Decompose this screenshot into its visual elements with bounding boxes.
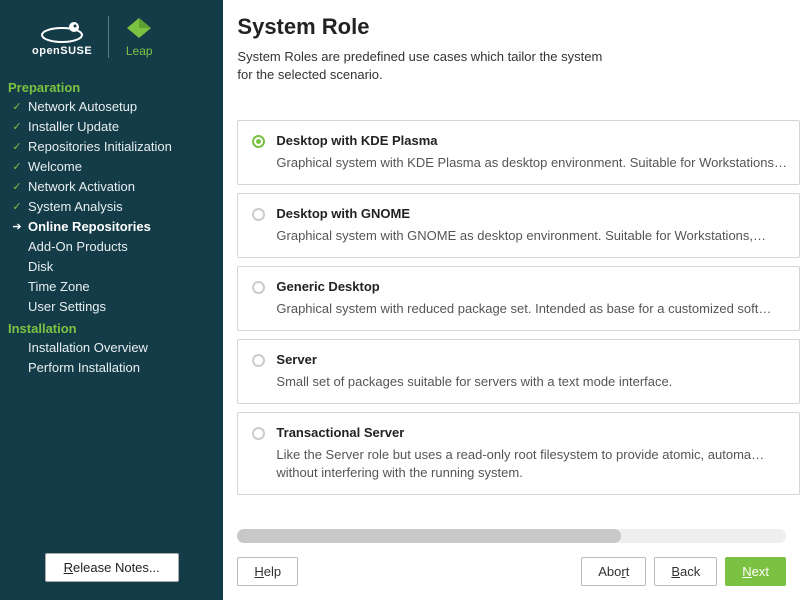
check-icon: ✓ <box>10 138 24 156</box>
role-desc: Small set of packages suitable for serve… <box>276 373 787 391</box>
nav-item-perform-installation[interactable]: •Perform Installation <box>8 358 215 378</box>
arrow-right-icon: ➔ <box>10 218 24 236</box>
check-icon: ✓ <box>10 158 24 176</box>
intro-text: System Roles are predefined use cases wh… <box>237 48 786 84</box>
nav-section-preparation: Preparation <box>8 80 215 95</box>
role-desc: Graphical system with reduced package se… <box>276 300 787 318</box>
horizontal-scrollbar[interactable] <box>237 529 786 543</box>
radio-icon[interactable] <box>252 208 265 221</box>
role-title: Server <box>276 352 787 367</box>
main-content: System Role System Roles are predefined … <box>223 0 800 600</box>
nav-item-system-analysis[interactable]: ✓System Analysis <box>8 197 215 217</box>
role-title: Desktop with KDE Plasma <box>276 133 787 148</box>
page-title: System Role <box>237 14 786 40</box>
role-title: Generic Desktop <box>276 279 787 294</box>
role-kde-plasma[interactable]: Desktop with KDE Plasma Graphical system… <box>237 120 800 185</box>
radio-icon[interactable] <box>252 354 265 367</box>
nav-section-installation: Installation <box>8 321 215 336</box>
role-transactional-server[interactable]: Transactional Server Like the Server rol… <box>237 412 800 495</box>
help-button[interactable]: Help <box>237 557 298 586</box>
nav-item-welcome[interactable]: ✓Welcome <box>8 157 215 177</box>
abort-button[interactable]: Abort <box>581 557 646 586</box>
role-desc: Like the Server role but uses a read-onl… <box>276 446 787 482</box>
logo-area: openSUSE Leap <box>8 12 215 76</box>
release-notes-button[interactable]: Release Notes... <box>45 553 179 582</box>
role-gnome[interactable]: Desktop with GNOME Graphical system with… <box>237 193 800 258</box>
gecko-icon <box>34 17 90 45</box>
nav-item-add-on-products[interactable]: •Add-On Products <box>8 237 215 257</box>
opensuse-text: openSUSE <box>32 45 92 57</box>
role-title: Transactional Server <box>276 425 787 440</box>
opensuse-logo: openSUSE <box>32 17 92 57</box>
role-desc: Graphical system with GNOME as desktop e… <box>276 227 787 245</box>
back-button[interactable]: Back <box>654 557 717 586</box>
nav-item-network-autosetup[interactable]: ✓Network Autosetup <box>8 97 215 117</box>
nav-item-repositories-initialization[interactable]: ✓Repositories Initialization <box>8 137 215 157</box>
leap-logo: Leap <box>125 16 153 58</box>
sidebar: openSUSE Leap Preparation ✓Network Autos… <box>0 0 223 600</box>
logo-divider <box>108 16 109 58</box>
nav-item-installer-update[interactable]: ✓Installer Update <box>8 117 215 137</box>
nav-item-time-zone[interactable]: •Time Zone <box>8 277 215 297</box>
radio-icon[interactable] <box>252 135 265 148</box>
role-title: Desktop with GNOME <box>276 206 787 221</box>
check-icon: ✓ <box>10 98 24 116</box>
main-header: System Role System Roles are predefined … <box>223 0 800 92</box>
role-generic-desktop[interactable]: Generic Desktop Graphical system with re… <box>237 266 800 331</box>
nav-item-disk[interactable]: •Disk <box>8 257 215 277</box>
role-server[interactable]: Server Small set of packages suitable fo… <box>237 339 800 404</box>
check-icon: ✓ <box>10 118 24 136</box>
scrollbar-thumb[interactable] <box>237 529 621 543</box>
check-icon: ✓ <box>10 198 24 216</box>
nav-item-user-settings[interactable]: •User Settings <box>8 297 215 317</box>
nav-item-installation-overview[interactable]: •Installation Overview <box>8 338 215 358</box>
roles-list: Desktop with KDE Plasma Graphical system… <box>223 92 800 529</box>
radio-icon[interactable] <box>252 281 265 294</box>
next-button[interactable]: Next <box>725 557 786 586</box>
radio-icon[interactable] <box>252 427 265 440</box>
footer: Help Abort Back Next <box>223 549 800 600</box>
nav-item-online-repositories[interactable]: ➔Online Repositories <box>8 217 215 237</box>
check-icon: ✓ <box>10 178 24 196</box>
leap-text: Leap <box>126 44 153 58</box>
leap-icon <box>125 16 153 40</box>
role-desc: Graphical system with KDE Plasma as desk… <box>276 154 787 172</box>
nav-item-network-activation[interactable]: ✓Network Activation <box>8 177 215 197</box>
